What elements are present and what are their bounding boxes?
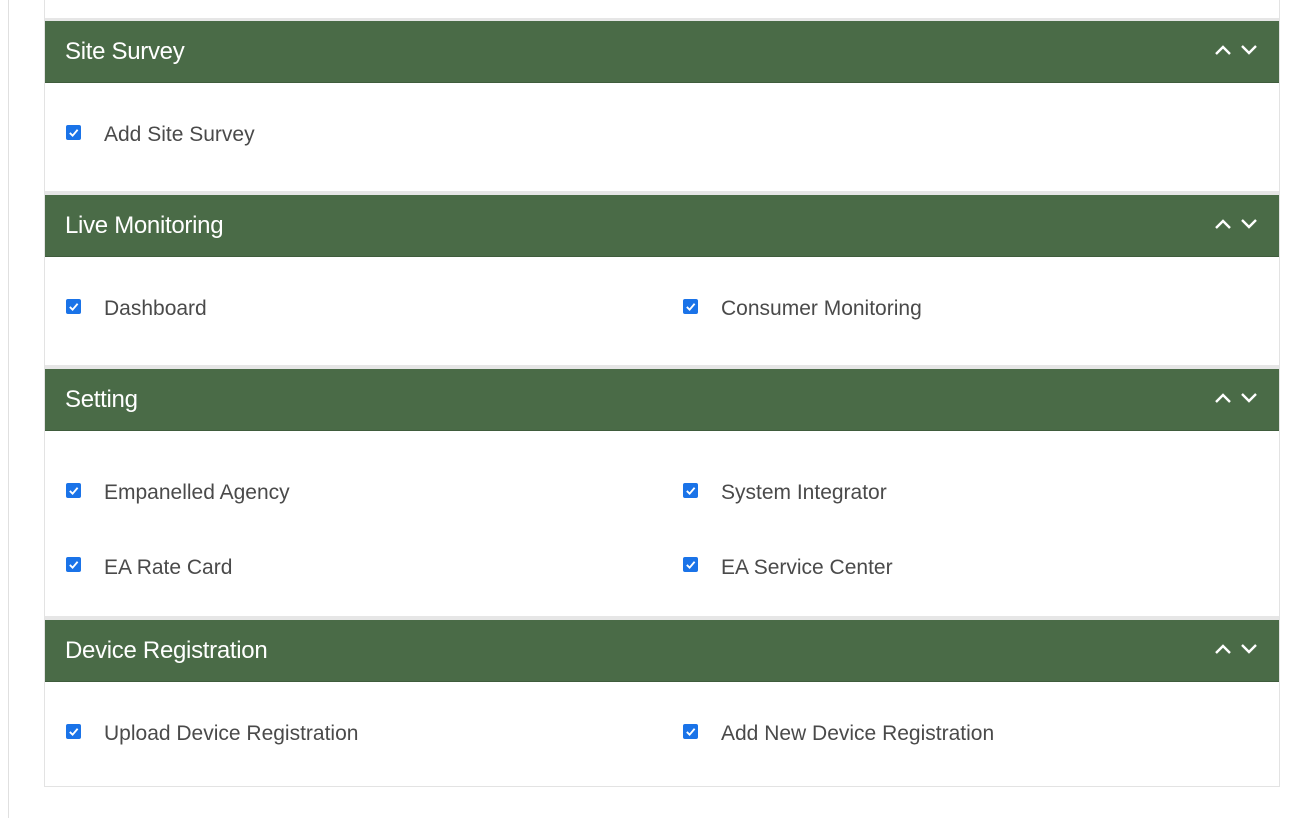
panel-arrows [1213, 40, 1259, 60]
checkbox-label[interactable]: Add New Device Registration [721, 722, 994, 746]
checkbox-label[interactable]: System Integrator [721, 481, 887, 505]
checkbox-label[interactable]: Upload Device Registration [104, 722, 358, 746]
checkmark-icon [69, 486, 79, 495]
panel-body: Empanelled Agency System Integrator EA R… [45, 431, 1279, 616]
chevron-down-icon[interactable] [1239, 639, 1259, 659]
top-strip [45, 0, 1279, 21]
panel-setting: Setting Empanelled Agency System Integra… [45, 369, 1279, 616]
panel-body: Add Site Survey [45, 83, 1279, 191]
checkmark-icon [69, 561, 79, 570]
checkmark-icon [686, 561, 696, 570]
panel-body: Dashboard Consumer Monitoring [45, 257, 1279, 365]
chevron-up-icon[interactable] [1213, 214, 1233, 234]
checkbox-label[interactable]: Empanelled Agency [104, 481, 290, 505]
chevron-up-icon[interactable] [1213, 40, 1233, 60]
panel-title: Site Survey [65, 37, 185, 65]
checkmark-icon [686, 302, 696, 311]
panel-arrows [1213, 639, 1259, 659]
permission-item: Consumer Monitoring [662, 257, 1279, 365]
left-divider [8, 0, 9, 818]
checkmark-icon [686, 486, 696, 495]
chevron-up-icon[interactable] [1213, 388, 1233, 408]
checkbox[interactable] [66, 124, 81, 140]
checkmark-icon [69, 727, 79, 736]
panel-header-device-registration[interactable]: Device Registration [45, 620, 1279, 682]
checkbox[interactable] [683, 723, 698, 739]
panel-title: Live Monitoring [65, 211, 224, 239]
permission-item: Empanelled Agency [45, 431, 662, 539]
permission-item: Add Site Survey [45, 83, 662, 191]
checkbox-label[interactable]: EA Service Center [721, 556, 893, 580]
checkbox-label[interactable]: Add Site Survey [104, 123, 255, 147]
panel-device-registration: Device Registration Upload Device Regist… [45, 620, 1279, 790]
checkbox-label[interactable]: Consumer Monitoring [721, 297, 922, 321]
permission-item: Dashboard [45, 257, 662, 365]
checkbox[interactable] [683, 557, 698, 572]
panel-title: Device Registration [65, 636, 268, 664]
panel-header-setting[interactable]: Setting [45, 369, 1279, 431]
panel-body: Upload Device Registration Add New Devic… [45, 682, 1279, 790]
chevron-down-icon[interactable] [1239, 388, 1259, 408]
checkmark-icon [686, 727, 696, 736]
panel-site-survey: Site Survey Add Site Survey [45, 21, 1279, 191]
permissions-container: Site Survey Add Site Survey Live Monitor… [44, 0, 1280, 787]
checkbox-label[interactable]: EA Rate Card [104, 556, 232, 580]
checkbox[interactable] [66, 298, 81, 314]
panel-header-live-monitoring[interactable]: Live Monitoring [45, 195, 1279, 257]
checkmark-icon [69, 302, 79, 311]
checkmark-icon [69, 128, 79, 137]
checkbox[interactable] [66, 723, 81, 739]
panel-arrows [1213, 388, 1259, 408]
permission-item: Add New Device Registration [662, 682, 1279, 790]
checkbox[interactable] [683, 482, 698, 498]
chevron-down-icon[interactable] [1239, 40, 1259, 60]
permission-item: Upload Device Registration [45, 682, 662, 790]
checkbox[interactable] [66, 482, 81, 498]
panel-title: Setting [65, 385, 138, 413]
checkbox-label[interactable]: Dashboard [104, 297, 207, 321]
chevron-down-icon[interactable] [1239, 214, 1259, 234]
panel-arrows [1213, 214, 1259, 234]
panel-live-monitoring: Live Monitoring Dashboard Consumer Monit… [45, 195, 1279, 365]
chevron-up-icon[interactable] [1213, 639, 1233, 659]
checkbox[interactable] [683, 298, 698, 314]
permission-item: EA Rate Card [45, 539, 662, 616]
permission-item: EA Service Center [662, 539, 1279, 616]
panel-header-site-survey[interactable]: Site Survey [45, 21, 1279, 83]
permission-item: System Integrator [662, 431, 1279, 539]
checkbox[interactable] [66, 557, 81, 572]
